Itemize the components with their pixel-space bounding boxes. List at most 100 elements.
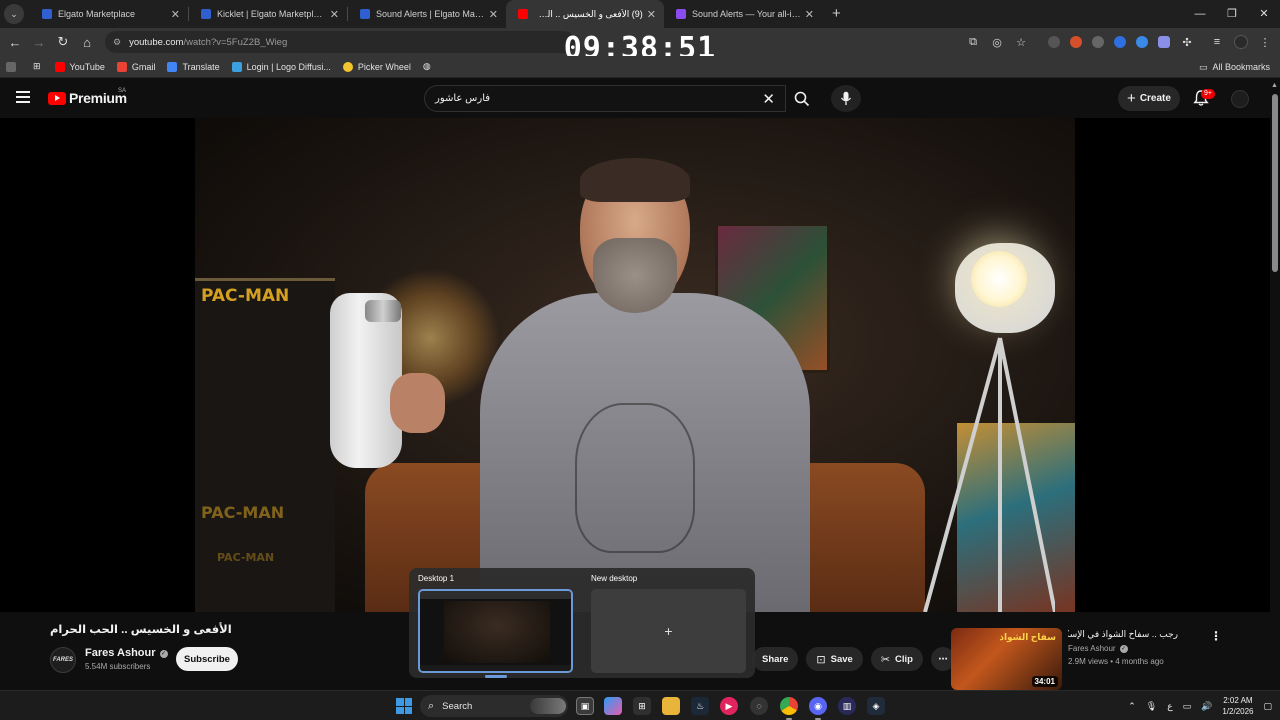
tab-title: (9) الأفعى و الخسيس .. الحب الحرام [534, 8, 643, 19]
tab-favicon-icon [360, 9, 370, 19]
extension-icon[interactable] [1114, 36, 1126, 48]
chevron-up-icon[interactable]: ⌃ [1128, 701, 1136, 712]
save-button[interactable]: ⊡ Save [806, 647, 863, 671]
search-input[interactable]: فارس عاشور ✕ [424, 85, 786, 112]
tracking-blocked-eye-icon[interactable]: ◎ [990, 35, 1004, 49]
back-arrow-icon[interactable]: ← [3, 35, 27, 50]
browser-tab-3[interactable]: Sound Alerts | Elgato Marketplace ✕ [348, 0, 506, 28]
verified-check-icon: ✓ [159, 650, 168, 658]
channel-avatar[interactable]: FARES [50, 647, 76, 673]
stream-deck-icon[interactable]: ◈ [867, 697, 885, 715]
network-icon[interactable]: ▭ [1183, 701, 1192, 712]
chrome-icon[interactable] [780, 697, 798, 720]
bookmark-translate[interactable]: Translate [167, 61, 220, 72]
browser-tab-4-active[interactable]: (9) الأفعى و الخسيس .. الحب الحرام ✕ [506, 0, 664, 28]
input-language-indicator[interactable]: ع [1167, 701, 1172, 712]
youtube-premium-logo[interactable]: Premium SA [48, 88, 127, 106]
bookmark-youtube[interactable]: YouTube [54, 61, 105, 72]
browser-tab-strip: ⌄ Elgato Marketplace ✕ Kicklet | Elgato … [0, 0, 1280, 28]
search-button[interactable] [786, 85, 818, 112]
windows-start-icon[interactable] [396, 698, 412, 714]
apps-grid-icon[interactable]: ⊞ [33, 61, 41, 72]
arcade-logo-text: PAC-MAN [201, 503, 285, 522]
video-player[interactable]: PAC-MAN PAC-MAN PAC-MAN [0, 118, 1270, 612]
taskbar-clock[interactable]: 2:02 AM 1/2/2026 [1222, 695, 1253, 717]
scrollbar-thumb[interactable] [1272, 94, 1278, 272]
profile-avatar-icon[interactable] [1234, 35, 1248, 49]
tab-search-button[interactable]: ⌄ [4, 4, 24, 24]
share-button[interactable]: Share [752, 647, 799, 671]
extension-icon[interactable] [1158, 36, 1170, 48]
extension-icon[interactable] [1048, 36, 1060, 48]
copilot-icon[interactable] [604, 697, 622, 715]
bookmark-picker-wheel[interactable]: Picker Wheel [342, 61, 411, 72]
voice-search-button[interactable] [831, 85, 861, 112]
app-icon[interactable]: ◌ [750, 697, 768, 715]
taskbar-search[interactable]: ⌕ Search [420, 695, 568, 717]
install-app-icon[interactable]: ⧉ [966, 35, 980, 49]
close-icon[interactable]: ✕ [171, 8, 180, 21]
browser-tab-2[interactable]: Kicklet | Elgato Marketplace ✕ [189, 0, 347, 28]
create-button[interactable]: + Create [1118, 86, 1180, 111]
clip-button[interactable]: ✂ Clip [870, 647, 923, 671]
reading-list-icon[interactable]: ≡ [1210, 35, 1224, 49]
video-frame: PAC-MAN PAC-MAN PAC-MAN [195, 118, 1075, 612]
channel-name-text: Fares Ashour [85, 647, 156, 659]
microphone-icon[interactable]: 🎙 [1146, 701, 1157, 712]
close-icon[interactable]: ✕ [805, 8, 814, 21]
extension-icon[interactable] [1092, 36, 1104, 48]
account-avatar[interactable] [1231, 90, 1249, 108]
address-bar[interactable]: ⚙ youtube.com/watch?v=5FuZ2B_Wieg [105, 31, 575, 53]
guide-menu-icon[interactable] [16, 91, 30, 103]
recommended-channel[interactable]: Fares Ashour ✓ [1068, 644, 1128, 653]
extensions-puzzle-icon[interactable]: ✣ [1180, 35, 1194, 49]
all-bookmarks-button[interactable]: ▭ All Bookmarks [1199, 56, 1270, 78]
steam-icon[interactable]: ♨ [691, 697, 709, 715]
reload-icon[interactable]: ↻ [51, 34, 75, 50]
site-settings-icon[interactable]: ⚙ [113, 37, 121, 48]
close-icon[interactable]: ✕ [647, 8, 656, 21]
extension-icon[interactable] [1070, 36, 1082, 48]
bookmark-logo-diffusion[interactable]: Login | Logo Diffusi... [231, 61, 331, 72]
all-bookmarks-label: All Bookmarks [1212, 62, 1270, 72]
home-icon[interactable]: ⌂ [75, 35, 99, 50]
discord-icon[interactable]: ◉ [809, 697, 827, 720]
taskbar-time: 2:02 AM [1223, 696, 1253, 705]
task-view-icon[interactable]: ▣ [576, 697, 594, 715]
forward-arrow-icon[interactable]: → [27, 35, 51, 50]
file-explorer-icon[interactable] [662, 697, 680, 715]
browser-menu-icon[interactable]: ⋮ [1258, 35, 1272, 49]
close-icon[interactable]: ✕ [489, 8, 498, 21]
tripod-stand [923, 337, 1055, 612]
scroll-up-arrow-icon[interactable]: ▲ [1271, 82, 1278, 89]
recommended-video-title[interactable]: رجب .. سفاح الشواذ في الإسكندرية [1068, 629, 1178, 640]
browser-tab-5[interactable]: Sound Alerts — Your all-in-one ✕ [664, 0, 822, 28]
channel-name[interactable]: Fares Ashour ✓ [85, 647, 168, 659]
subscribe-button[interactable]: Subscribe [176, 647, 238, 671]
taskbar-date: 1/2/2026 [1222, 707, 1254, 716]
close-window-icon[interactable]: ✕ [1248, 0, 1280, 28]
restore-icon[interactable]: ❐ [1216, 0, 1248, 28]
media-player-icon[interactable]: ▶ [720, 697, 738, 715]
browser-tab-1[interactable]: Elgato Marketplace ✕ [30, 0, 188, 28]
bookmark-star-icon[interactable]: ☆ [1014, 35, 1028, 49]
bookmark-globe-icon[interactable]: ◍ [423, 61, 431, 72]
microsoft-store-icon[interactable]: ⊞ [633, 697, 651, 715]
notifications-icon[interactable]: ▢ [1263, 701, 1272, 712]
bookmark-gmail[interactable]: Gmail [116, 61, 155, 72]
bookmark-label: Login | Logo Diffusi... [246, 61, 331, 72]
speaker-icon[interactable]: 🔊 [1201, 701, 1212, 712]
hoodie-print [575, 403, 695, 553]
bookmark-tab-groups-icon[interactable] [6, 61, 21, 72]
desktop-1-thumbnail[interactable] [418, 589, 573, 673]
close-icon[interactable]: ✕ [330, 8, 339, 21]
system-tray: ⌃ 🎙 ع ▭ 🔊 2:02 AM 1/2/2026 ▢ [1128, 691, 1272, 720]
new-desktop-button[interactable]: + [591, 589, 746, 673]
more-vertical-icon[interactable]: ⋮ [1210, 629, 1222, 643]
app-icon[interactable]: ▥ [838, 697, 856, 715]
minimize-icon[interactable]: — [1184, 0, 1216, 28]
clear-search-icon[interactable]: ✕ [762, 90, 775, 108]
new-tab-plus-icon[interactable]: + [832, 5, 841, 22]
recommended-video-thumbnail[interactable]: سفاح الشواذ 34:01 [951, 628, 1062, 690]
extension-icon[interactable] [1136, 36, 1148, 48]
